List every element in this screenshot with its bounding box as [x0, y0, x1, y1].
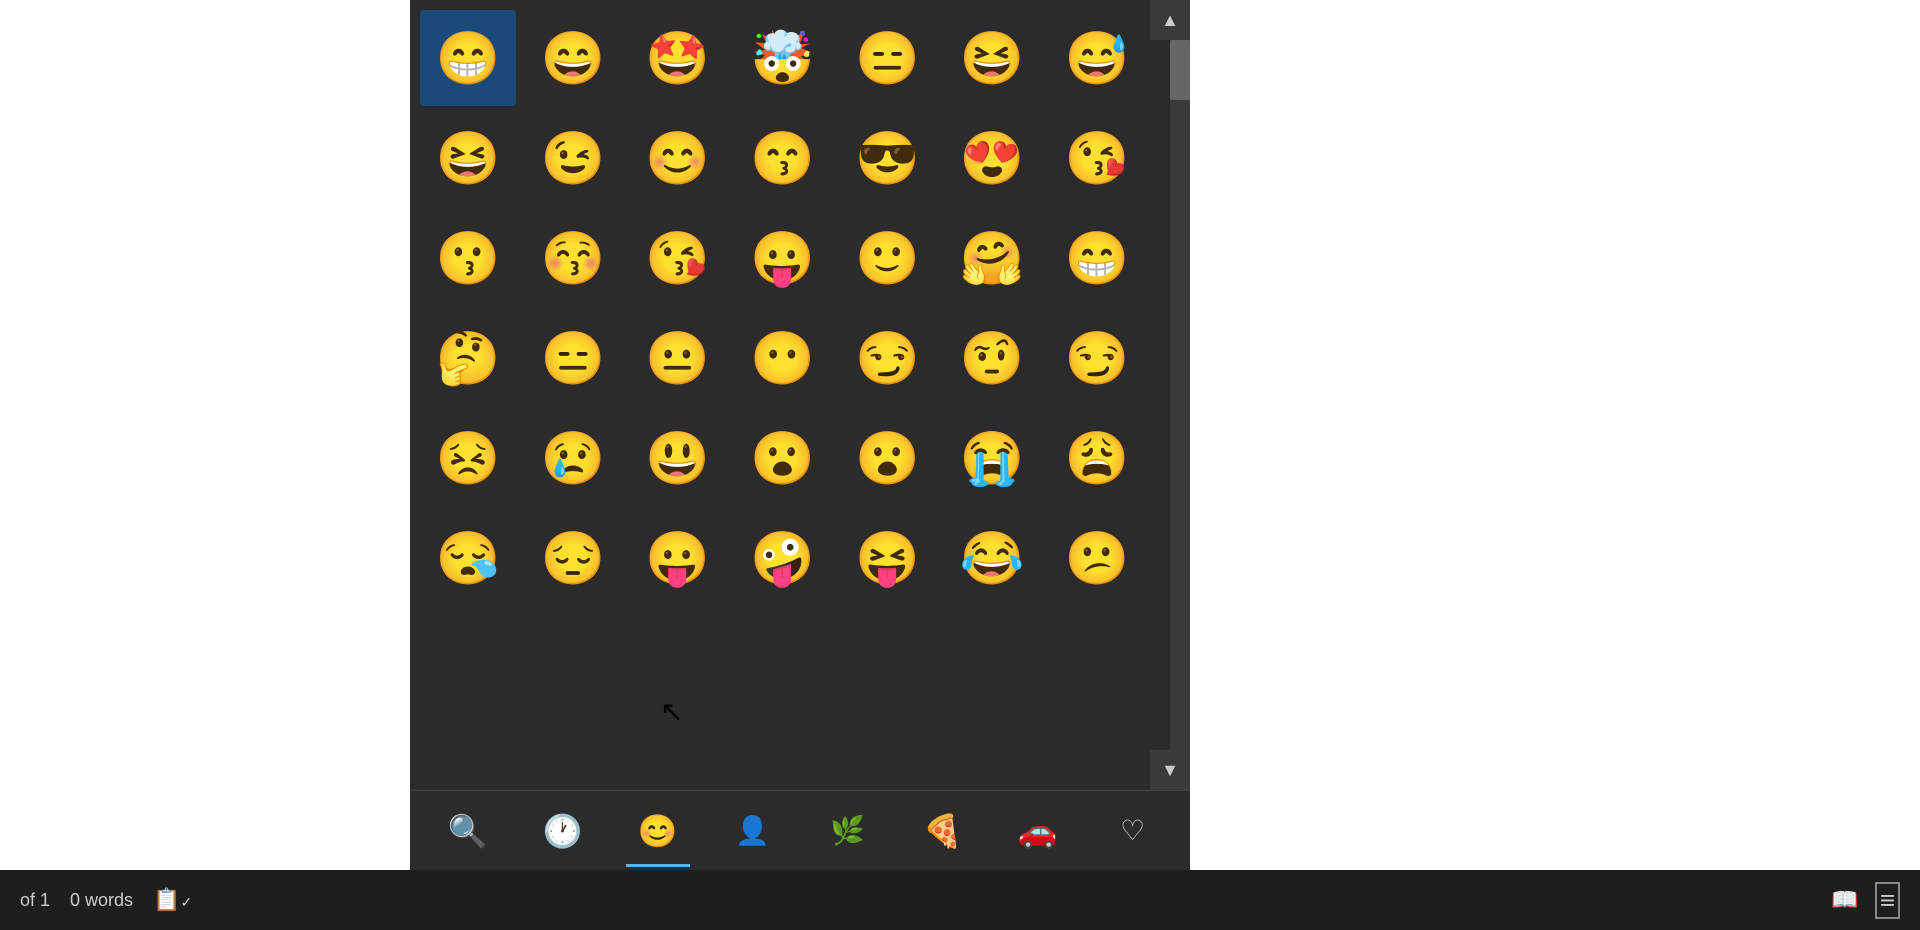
status-bar-right: 📖 ≡: [1831, 882, 1900, 919]
emoji-cell[interactable]: 😘: [1049, 110, 1145, 206]
emoji-cell[interactable]: 😩: [1049, 410, 1145, 506]
category-bar: 🔍 🕐 😊 👤 🌿 🍕 🚗 ♡: [410, 790, 1190, 870]
page-info: of 1: [20, 890, 50, 911]
category-people[interactable]: 👤: [713, 796, 793, 866]
emoji-cell[interactable]: 😢: [525, 410, 621, 506]
scroll-down-button[interactable]: ▼: [1150, 750, 1190, 790]
emoji-cell[interactable]: 😶: [735, 310, 831, 406]
emoji-panel: ▲ 😁😄🤩🤯😑😆😅😆😉😊😙😎😍😘😗😚😘😛🙂🤗😁🤔😑😐😶😏🤨😏😣😢😃😮😮😭😩😪😔😛…: [410, 0, 1190, 870]
emoji-cell[interactable]: 🤔: [420, 310, 516, 406]
emoji-grid-container: 😁😄🤩🤯😑😆😅😆😉😊😙😎😍😘😗😚😘😛🙂🤗😁🤔😑😐😶😏🤨😏😣😢😃😮😮😭😩😪😔😛🤪😝…: [410, 0, 1190, 790]
emoji-cell[interactable]: 😗: [420, 210, 516, 306]
emoji-cell[interactable]: 😏: [1049, 310, 1145, 406]
proofing-icon[interactable]: 📋✓: [153, 887, 192, 913]
category-travel[interactable]: 🚗: [998, 796, 1078, 866]
emoji-cell[interactable]: 😊: [630, 110, 726, 206]
scrollbar-track[interactable]: [1170, 40, 1190, 750]
emoji-cell[interactable]: 🤯: [735, 10, 831, 106]
emoji-cell[interactable]: 😚: [525, 210, 621, 306]
category-heart[interactable]: ♡: [1093, 796, 1173, 866]
emoji-cell[interactable]: 😎: [839, 110, 935, 206]
emoji-cell[interactable]: 😐: [630, 310, 726, 406]
category-search[interactable]: 🔍: [428, 796, 508, 866]
emoji-cell[interactable]: 😂: [944, 510, 1040, 606]
scroll-up-button[interactable]: ▲: [1150, 0, 1190, 40]
emoji-cell[interactable]: 😁: [1049, 210, 1145, 306]
emoji-cell[interactable]: 😃: [630, 410, 726, 506]
emoji-cell[interactable]: 😑: [839, 10, 935, 106]
category-nature[interactable]: 🌿: [808, 796, 888, 866]
emoji-cell[interactable]: 🤪: [735, 510, 831, 606]
emoji-cell[interactable]: 😉: [525, 110, 621, 206]
emoji-cell[interactable]: 😆: [420, 110, 516, 206]
emoji-cell[interactable]: 😔: [525, 510, 621, 606]
category-food[interactable]: 🍕: [903, 796, 983, 866]
emoji-cell[interactable]: 😁: [420, 10, 516, 106]
draft-view-icon[interactable]: ≡: [1875, 882, 1900, 919]
emoji-grid: 😁😄🤩🤯😑😆😅😆😉😊😙😎😍😘😗😚😘😛🙂🤗😁🤔😑😐😶😏🤨😏😣😢😃😮😮😭😩😪😔😛🤪😝…: [420, 10, 1150, 606]
emoji-cell[interactable]: 😛: [630, 510, 726, 606]
emoji-cell[interactable]: 😑: [525, 310, 621, 406]
emoji-cell[interactable]: 😙: [735, 110, 831, 206]
emoji-cell[interactable]: 😄: [525, 10, 621, 106]
emoji-cell[interactable]: 😛: [735, 210, 831, 306]
emoji-cell[interactable]: 😮: [735, 410, 831, 506]
book-view-icon[interactable]: 📖: [1831, 887, 1858, 913]
emoji-cell[interactable]: 😝: [839, 510, 935, 606]
emoji-cell[interactable]: 🤨: [944, 310, 1040, 406]
emoji-cell[interactable]: 😅: [1049, 10, 1145, 106]
emoji-cell[interactable]: 😘: [630, 210, 726, 306]
emoji-cell[interactable]: 😭: [944, 410, 1040, 506]
emoji-cell[interactable]: 🤩: [630, 10, 726, 106]
emoji-cell[interactable]: 😏: [839, 310, 935, 406]
emoji-cell[interactable]: 🙂: [839, 210, 935, 306]
emoji-cell[interactable]: 😕: [1049, 510, 1145, 606]
emoji-cell[interactable]: 😆: [944, 10, 1040, 106]
emoji-cell[interactable]: 😮: [839, 410, 935, 506]
emoji-cell[interactable]: 😪: [420, 510, 516, 606]
status-bar: of 1 0 words 📋✓ 📖 ≡: [0, 870, 1920, 930]
category-recent[interactable]: 🕐: [523, 796, 603, 866]
emoji-cell[interactable]: 😍: [944, 110, 1040, 206]
category-smileys[interactable]: 😊: [618, 796, 698, 866]
scrollbar-thumb[interactable]: [1170, 40, 1190, 100]
emoji-cell[interactable]: 😣: [420, 410, 516, 506]
word-count: 0 words: [70, 890, 133, 911]
emoji-cell[interactable]: 🤗: [944, 210, 1040, 306]
